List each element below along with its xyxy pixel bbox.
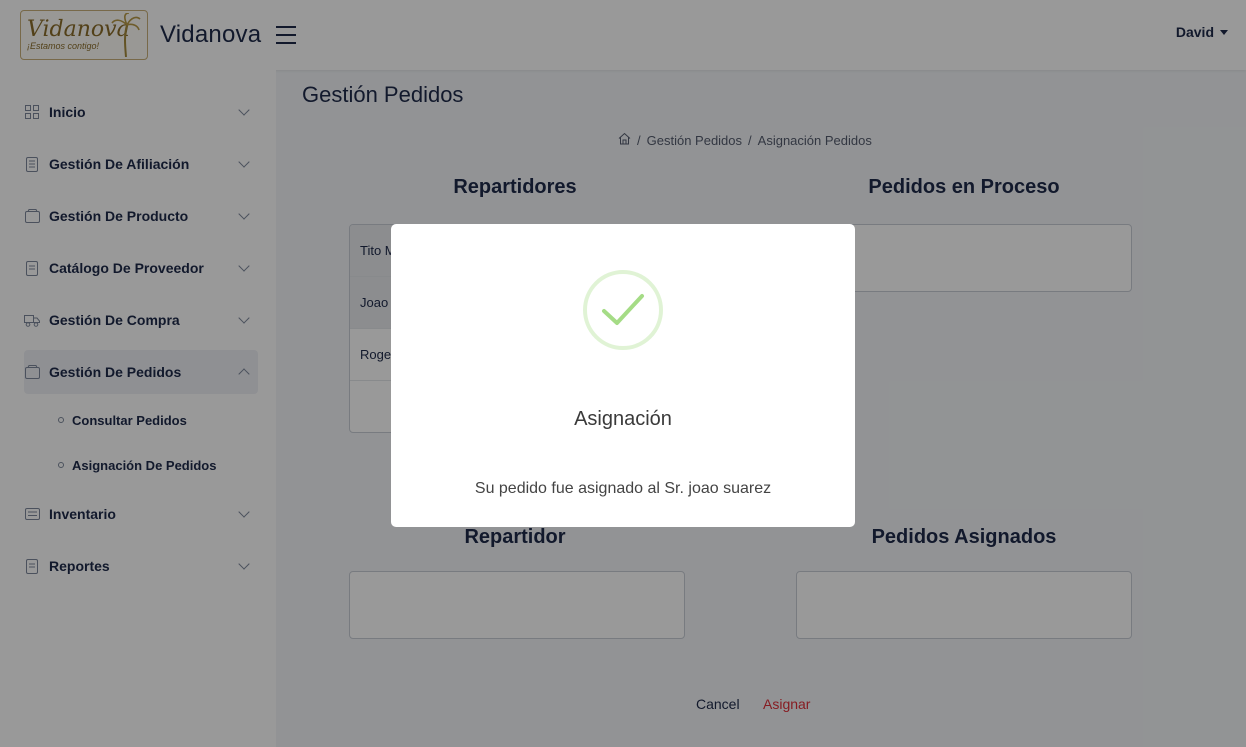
- success-checkmark-icon: [583, 270, 663, 350]
- dialog-message: Su pedido fue asignado al Sr. joao suare…: [474, 480, 772, 497]
- success-dialog: Asignación Su pedido fue asignado al Sr.…: [391, 224, 855, 527]
- dialog-title: Asignación: [574, 408, 672, 430]
